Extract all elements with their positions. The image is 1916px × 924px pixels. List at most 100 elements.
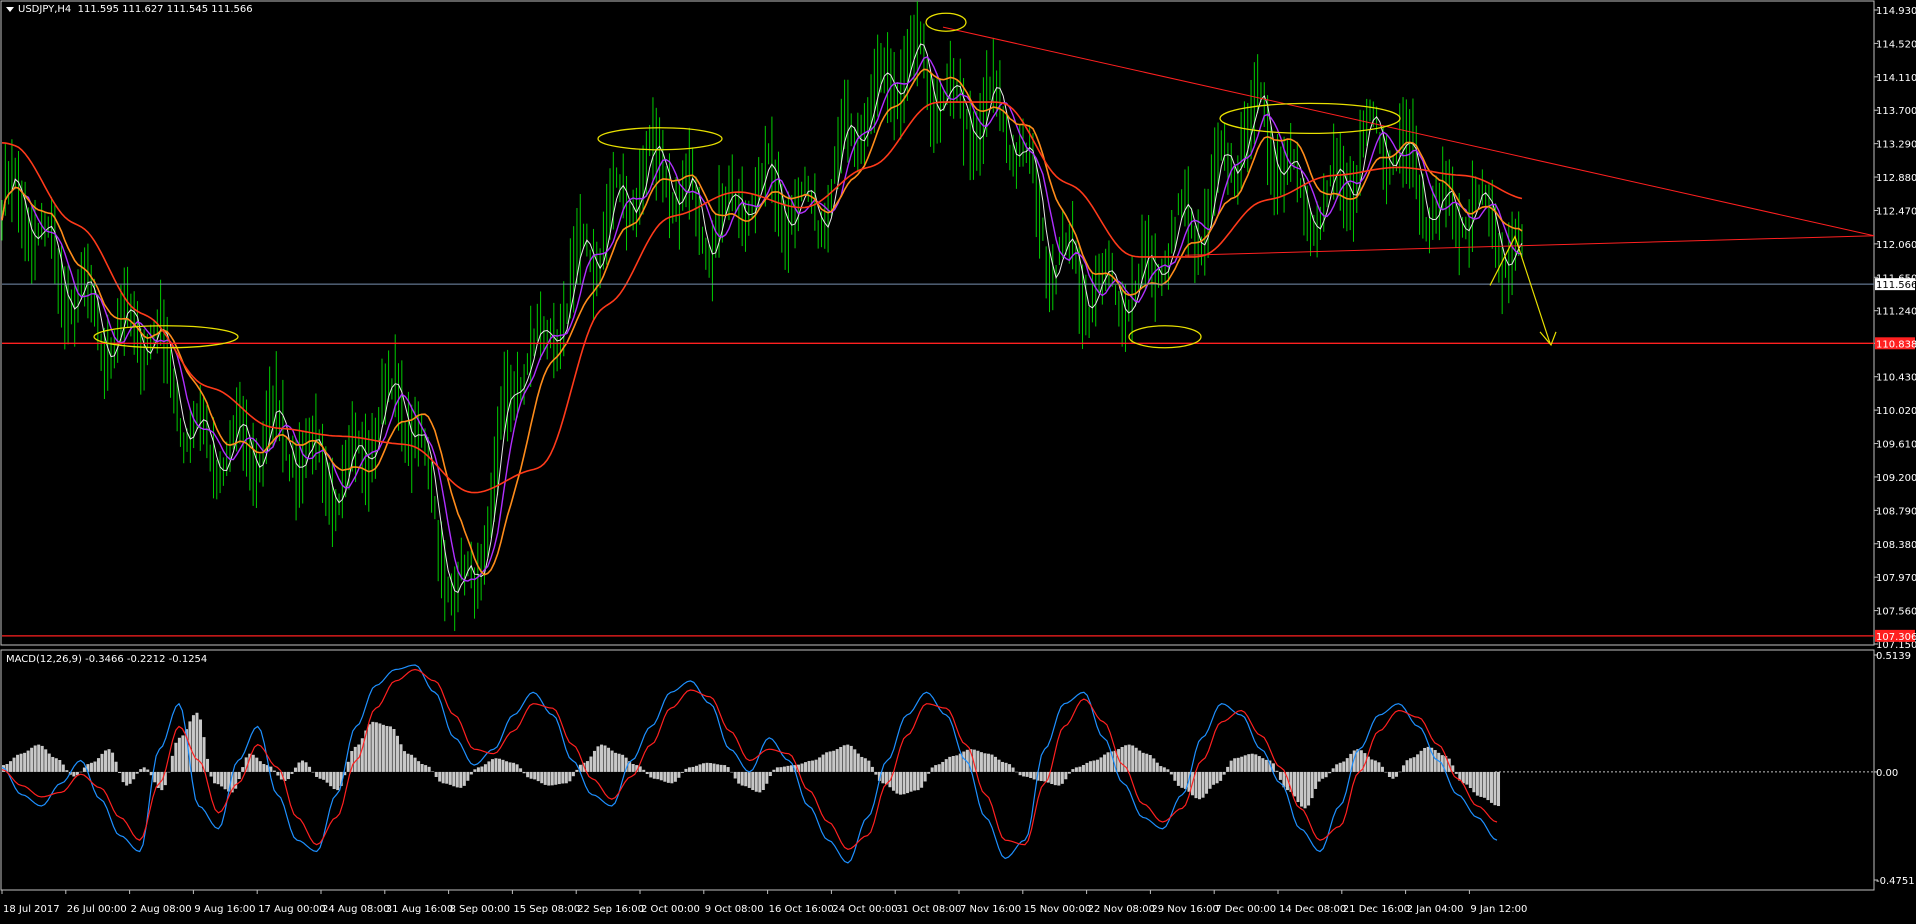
- histogram-bar: [543, 771, 547, 785]
- histogram-bar: [1240, 756, 1244, 772]
- histogram-bar: [744, 771, 748, 787]
- histogram-bar: [754, 771, 758, 792]
- histogram-bar: [290, 771, 294, 774]
- histogram-bar: [617, 753, 621, 772]
- histogram-bar: [1412, 757, 1416, 772]
- histogram-bar: [719, 764, 723, 772]
- histogram-bar: [1472, 771, 1476, 793]
- histogram-bar: [315, 771, 319, 778]
- histogram-bar: [1342, 761, 1346, 772]
- histogram-bar: [473, 769, 477, 772]
- histogram-bar: [1331, 768, 1335, 772]
- histogram-bar: [93, 761, 97, 772]
- histogram-bar: [519, 768, 523, 772]
- histogram-bar: [54, 758, 58, 772]
- histogram-bar: [1254, 754, 1258, 772]
- histogram-bar: [367, 724, 371, 772]
- histogram-bar: [944, 759, 948, 772]
- histogram-bar: [497, 758, 502, 772]
- histogram-bar: [839, 746, 843, 772]
- macd-frame: [0, 649, 1875, 891]
- histogram-bar: [427, 766, 431, 772]
- histogram-bar: [1328, 771, 1332, 774]
- histogram-bar: [789, 765, 793, 772]
- x-tick-label: 8 Sep 00:00: [450, 904, 510, 915]
- histogram-bar: [1043, 771, 1047, 782]
- histogram-bar: [979, 752, 983, 772]
- histogram-bar: [392, 729, 396, 772]
- histogram-bar: [1060, 771, 1064, 784]
- histogram-bar: [1152, 758, 1156, 772]
- histogram-bar: [832, 750, 836, 772]
- histogram-bar: [772, 769, 776, 772]
- support-label: 107.306: [1876, 632, 1916, 643]
- y-tick-label: 107.560: [1876, 607, 1916, 618]
- histogram-bar: [684, 768, 688, 772]
- histogram-bar: [65, 770, 69, 772]
- histogram-bar: [920, 771, 924, 788]
- histogram-bar: [902, 771, 906, 795]
- chart-canvas[interactable]: 114.930 114.520 114.110 113.700 113.290 112.8…: [0, 0, 1916, 924]
- histogram-bar: [1314, 771, 1318, 789]
- histogram-bar: [1081, 765, 1085, 772]
- histogram-bar: [104, 750, 108, 772]
- histogram-bar: [82, 767, 86, 772]
- histogram-bar: [1074, 767, 1078, 772]
- histogram-bar: [842, 745, 846, 772]
- histogram-bar: [642, 769, 646, 772]
- histogram-bar: [466, 771, 470, 781]
- histogram-bar: [181, 735, 185, 772]
- x-tick-label: 15 Nov 00:00: [1024, 904, 1091, 915]
- histogram-bar: [40, 745, 44, 772]
- histogram-bar: [1391, 771, 1395, 779]
- histogram-bar: [1145, 753, 1149, 772]
- histogram-bar: [431, 771, 435, 772]
- histogram-bar: [1018, 771, 1022, 776]
- histogram-bar: [480, 766, 484, 772]
- histogram-bar: [1489, 771, 1493, 803]
- histogram-bar: [1198, 771, 1202, 800]
- histogram-bar: [1275, 770, 1279, 772]
- histogram-bar: [730, 771, 734, 773]
- histogram-bar: [135, 771, 139, 774]
- x-tick-label: 9 Jan 12:00: [1470, 904, 1527, 915]
- histogram-bar: [132, 771, 136, 780]
- y-tick-label: 113.700: [1876, 106, 1916, 117]
- histogram-bar: [16, 754, 20, 772]
- histogram-bar: [213, 771, 217, 784]
- histogram-bar: [1134, 747, 1138, 772]
- histogram-bar: [621, 754, 625, 772]
- histogram-bar: [51, 756, 55, 772]
- histogram-bar: [529, 771, 533, 779]
- histogram-bar: [490, 759, 494, 772]
- histogram-bar: [726, 767, 730, 772]
- histogram-bar: [515, 764, 519, 772]
- histogram-bar: [1416, 754, 1420, 772]
- histogram-bar: [1296, 771, 1300, 803]
- x-tick-label: 21 Dec 16:00: [1343, 904, 1410, 915]
- histogram-bar: [1095, 759, 1100, 772]
- x-tick-label: 14 Dec 08:00: [1279, 904, 1346, 915]
- histogram-bar: [1370, 759, 1374, 772]
- histogram-bar: [758, 771, 762, 793]
- ma-purple-line: [1, 56, 1523, 582]
- histogram-bar: [371, 721, 375, 772]
- histogram-bar: [723, 765, 727, 772]
- histogram-bar: [825, 752, 829, 772]
- histogram-bar: [1103, 754, 1107, 772]
- histogram-bar: [1039, 771, 1043, 782]
- histogram-bar: [424, 765, 428, 772]
- histogram-bar: [100, 753, 104, 772]
- y-tick-label: 109.200: [1876, 473, 1916, 484]
- histogram-bar: [913, 771, 917, 791]
- histogram-bar: [318, 771, 322, 779]
- histogram-bar: [1022, 771, 1026, 777]
- histogram-bar: [955, 755, 959, 772]
- histogram-bar: [870, 766, 874, 772]
- histogram-bar: [1233, 758, 1237, 772]
- histogram-bar: [1106, 752, 1110, 772]
- y-tick-label: 108.790: [1876, 506, 1916, 517]
- histogram-bar: [663, 771, 667, 782]
- histogram-bar: [1011, 767, 1015, 772]
- dropdown-triangle-icon[interactable]: [6, 6, 14, 12]
